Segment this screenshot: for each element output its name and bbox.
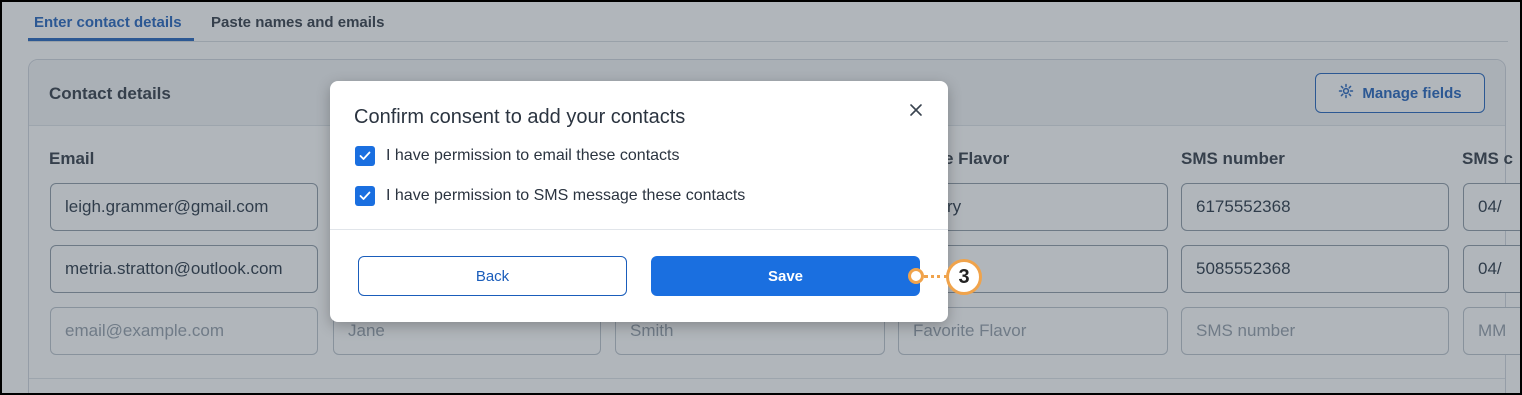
step-callout-badge: 3 <box>946 259 982 295</box>
email-permission-label: I have permission to email these contact… <box>386 147 680 164</box>
back-button[interactable]: Back <box>358 256 627 296</box>
consent-modal: Confirm consent to add your contacts I h… <box>330 81 948 322</box>
modal-title: Confirm consent to add your contacts <box>354 106 686 128</box>
email-permission-checkbox[interactable] <box>355 146 375 166</box>
email-permission-row[interactable]: I have permission to email these contact… <box>355 146 679 166</box>
close-icon[interactable] <box>906 101 926 121</box>
modal-divider <box>330 229 948 230</box>
save-button[interactable]: Save <box>651 256 920 296</box>
callout-connector <box>924 275 948 278</box>
app-frame: Enter contact details Paste names and em… <box>0 0 1522 395</box>
sms-permission-row[interactable]: I have permission to SMS message these c… <box>355 186 745 206</box>
check-icon <box>359 191 371 200</box>
callout-pointer <box>908 268 924 284</box>
check-icon <box>359 151 371 160</box>
sms-permission-label: I have permission to SMS message these c… <box>386 187 746 204</box>
sms-permission-checkbox[interactable] <box>355 186 375 206</box>
